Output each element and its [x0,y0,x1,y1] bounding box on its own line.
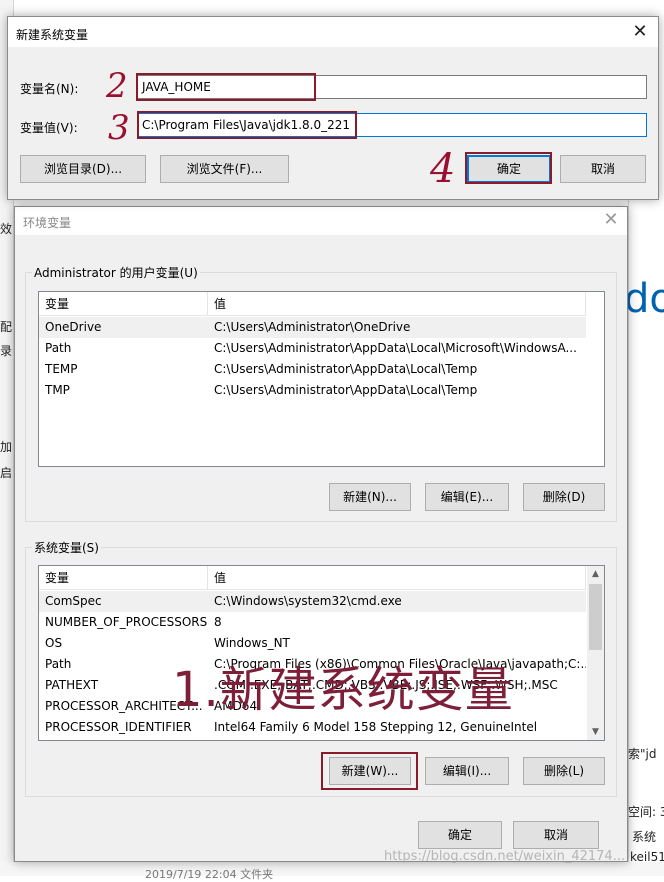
column-variable[interactable]: 变量 [39,566,208,590]
var-value: C:\Users\Administrator\AppData\Local\Mic… [214,341,577,355]
user-delete-button[interactable]: 删除(D) [523,483,605,511]
background-text: 配 [0,320,13,334]
background-text: 效 [0,222,13,236]
background-text: 启 [0,466,13,480]
var-name: NUMBER_OF_PROCESSORS [45,615,208,629]
scroll-down-icon[interactable]: ▼ [587,724,604,740]
var-value: Intel64 Family 6 Model 158 Stepping 12, … [214,720,538,734]
list-item[interactable]: PROCESSOR_IDENTIFIER Intel64 Family 6 Mo… [39,717,586,738]
vertical-scrollbar[interactable]: ▲ ▼ [587,566,604,740]
background-text: 系统 [632,830,657,844]
background-text: 加 [0,440,13,454]
user-edit-button[interactable]: 编辑(E)... [425,483,509,511]
list-header: 变量 值 [39,566,586,590]
browse-directory-button[interactable]: 浏览目录(D)... [20,155,146,183]
list-header: 变量 值 [39,292,586,316]
list-item[interactable]: OneDrive C:\Users\Administrator\OneDrive [39,317,586,338]
close-icon[interactable]: ✕ [630,22,650,42]
variable-value-label: 变量值(V): [20,121,78,135]
system-edit-button[interactable]: 编辑(I)... [425,757,509,785]
browse-file-button[interactable]: 浏览文件(F)... [160,155,289,183]
var-value: C:\Users\Administrator\AppData\Local\Tem… [214,383,478,397]
list-item[interactable]: TMP C:\Users\Administrator\AppData\Local… [39,380,586,401]
user-variables-title: Administrator 的用户变量(U) [32,264,200,281]
scrollbar-thumb[interactable] [589,584,602,650]
annotation-step-2: 2 [106,66,128,106]
var-value: 8 [214,615,222,629]
annotation-step-3: 3 [108,108,130,148]
annotation-step-4: 4 [430,146,456,192]
var-name: OneDrive [45,320,102,334]
watermark: https://blog.csdn.net/weixin_42174... [384,849,626,864]
annotation-box-new [321,752,418,790]
annotation-box-ok [465,152,552,184]
var-name: TMP [45,383,70,397]
user-variables-list[interactable]: 变量 值 OneDrive C:\Users\Administrator\One… [38,291,605,467]
scroll-up-icon[interactable]: ▲ [587,566,604,582]
list-item[interactable]: Path C:\Users\Administrator\AppData\Loca… [39,338,586,359]
background-heading: do [624,276,664,322]
var-name: PROCESSOR_IDENTIFIER [45,720,192,734]
background-bottom [0,862,664,876]
background-text: 空间: 3 [628,805,664,819]
env-ok-button[interactable]: 确定 [418,821,502,849]
env-cancel-button[interactable]: 取消 [513,821,599,849]
new-system-variable-dialog: 新建系统变量 ✕ 变量名(N): JAVA_HOME 变量值(V): C:\Pr… [7,16,659,200]
user-new-button[interactable]: 新建(N)... [329,483,411,511]
var-value: C:\Windows\system32\cmd.exe [214,594,402,608]
variable-name-label: 变量名(N): [20,82,79,96]
background-search: 索"jd [628,747,657,761]
env-titlebar: 环境变量 ✕ [15,207,627,235]
annotation-box-value [137,111,357,139]
env-title: 环境变量 [23,216,72,230]
list-item[interactable]: NUMBER_OF_PROCESSORS 8 [39,612,586,633]
column-value[interactable]: 值 [208,292,586,316]
column-variable[interactable]: 变量 [39,292,208,316]
system-variables-title: 系统变量(S) [32,539,101,556]
background-text: 录 [0,344,13,358]
annotation-step-1: 1.新建系统变量 [172,662,514,718]
list-item[interactable]: ComSpec C:\Windows\system32\cmd.exe [39,591,586,612]
var-name: Path [45,341,72,355]
background-file-row: 2019/7/19 22:04 文件夹 [145,868,274,881]
system-delete-button[interactable]: 删除(L) [523,757,605,785]
new-var-title: 新建系统变量 [16,28,89,42]
column-value[interactable]: 值 [208,566,586,590]
var-name: ComSpec [45,594,102,608]
var-name: TEMP [45,362,78,376]
var-value: C:\Users\Administrator\OneDrive [214,320,411,334]
annotation-box-name [136,73,316,101]
cancel-button[interactable]: 取消 [560,155,646,183]
list-item[interactable]: TEMP C:\Users\Administrator\AppData\Loca… [39,359,586,380]
var-value: C:\Users\Administrator\AppData\Local\Tem… [214,362,478,376]
close-icon[interactable]: ✕ [601,210,621,230]
new-var-titlebar: 新建系统变量 ✕ [8,17,658,47]
